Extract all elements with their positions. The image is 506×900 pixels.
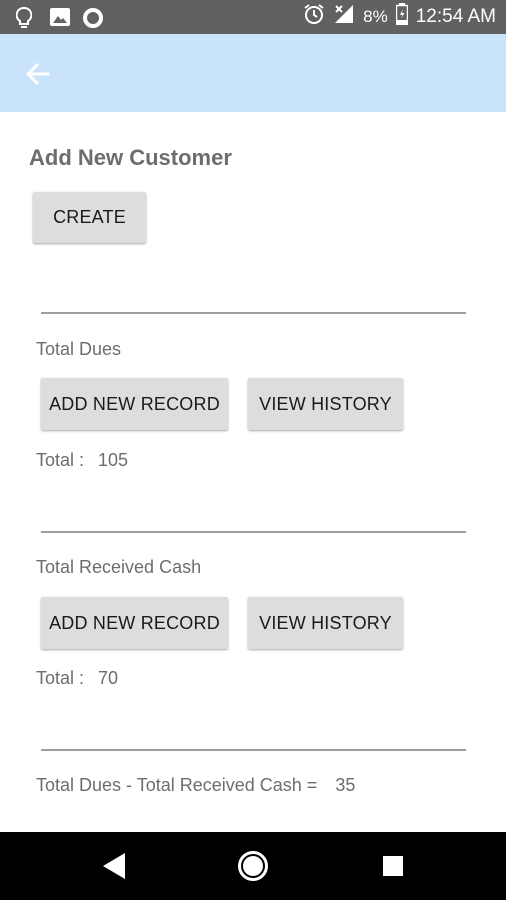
nav-back-button[interactable] xyxy=(74,832,154,900)
cash-total-line: Total : 70 xyxy=(36,668,118,689)
dues-view-history-button[interactable]: VIEW HISTORY xyxy=(248,378,403,430)
app-toolbar xyxy=(0,34,506,112)
dues-total-label: Total : xyxy=(36,450,85,470)
circle-icon xyxy=(83,8,103,33)
lightbulb-icon xyxy=(15,7,33,34)
cash-view-history-button[interactable]: VIEW HISTORY xyxy=(248,597,403,649)
status-bar: 8% 12:54 AM xyxy=(0,0,506,34)
page-title: Add New Customer xyxy=(29,145,232,170)
cash-add-record-button[interactable]: ADD NEW RECORD xyxy=(41,597,228,649)
total-received-cash-label: Total Received Cash xyxy=(36,557,202,577)
nav-home-button[interactable] xyxy=(213,832,293,900)
balance-summary: Total Dues - Total Received Cash = 35 xyxy=(36,775,355,796)
dues-total-value: 105 xyxy=(98,450,129,470)
back-triangle-icon xyxy=(103,853,125,879)
clock-time: 12:54 AM xyxy=(415,6,496,27)
status-right-group: 8% 12:54 AM xyxy=(303,0,496,34)
battery-icon xyxy=(395,3,408,31)
image-icon xyxy=(50,8,70,31)
back-button[interactable] xyxy=(22,58,54,90)
battery-percent: 8% xyxy=(363,7,388,26)
dues-add-record-button[interactable]: ADD NEW RECORD xyxy=(41,378,228,430)
divider-bottom xyxy=(41,749,466,751)
nav-recents-button[interactable] xyxy=(353,832,433,900)
cash-total-label: Total : xyxy=(36,668,85,688)
divider-middle xyxy=(41,531,466,533)
balance-summary-label: Total Dues - Total Received Cash = xyxy=(36,775,318,795)
balance-summary-value: 35 xyxy=(335,775,356,795)
create-button[interactable]: CREATE xyxy=(33,192,146,243)
home-circle-icon xyxy=(238,851,268,881)
recents-square-icon xyxy=(383,856,403,876)
cash-total-value: 70 xyxy=(98,668,119,688)
divider-top xyxy=(41,312,466,314)
navigation-bar xyxy=(0,832,506,900)
arrow-left-icon xyxy=(25,62,50,86)
dues-total-line: Total : 105 xyxy=(36,450,128,471)
alarm-icon xyxy=(303,3,325,31)
signal-icon xyxy=(333,3,355,31)
total-dues-label: Total Dues xyxy=(36,339,122,359)
